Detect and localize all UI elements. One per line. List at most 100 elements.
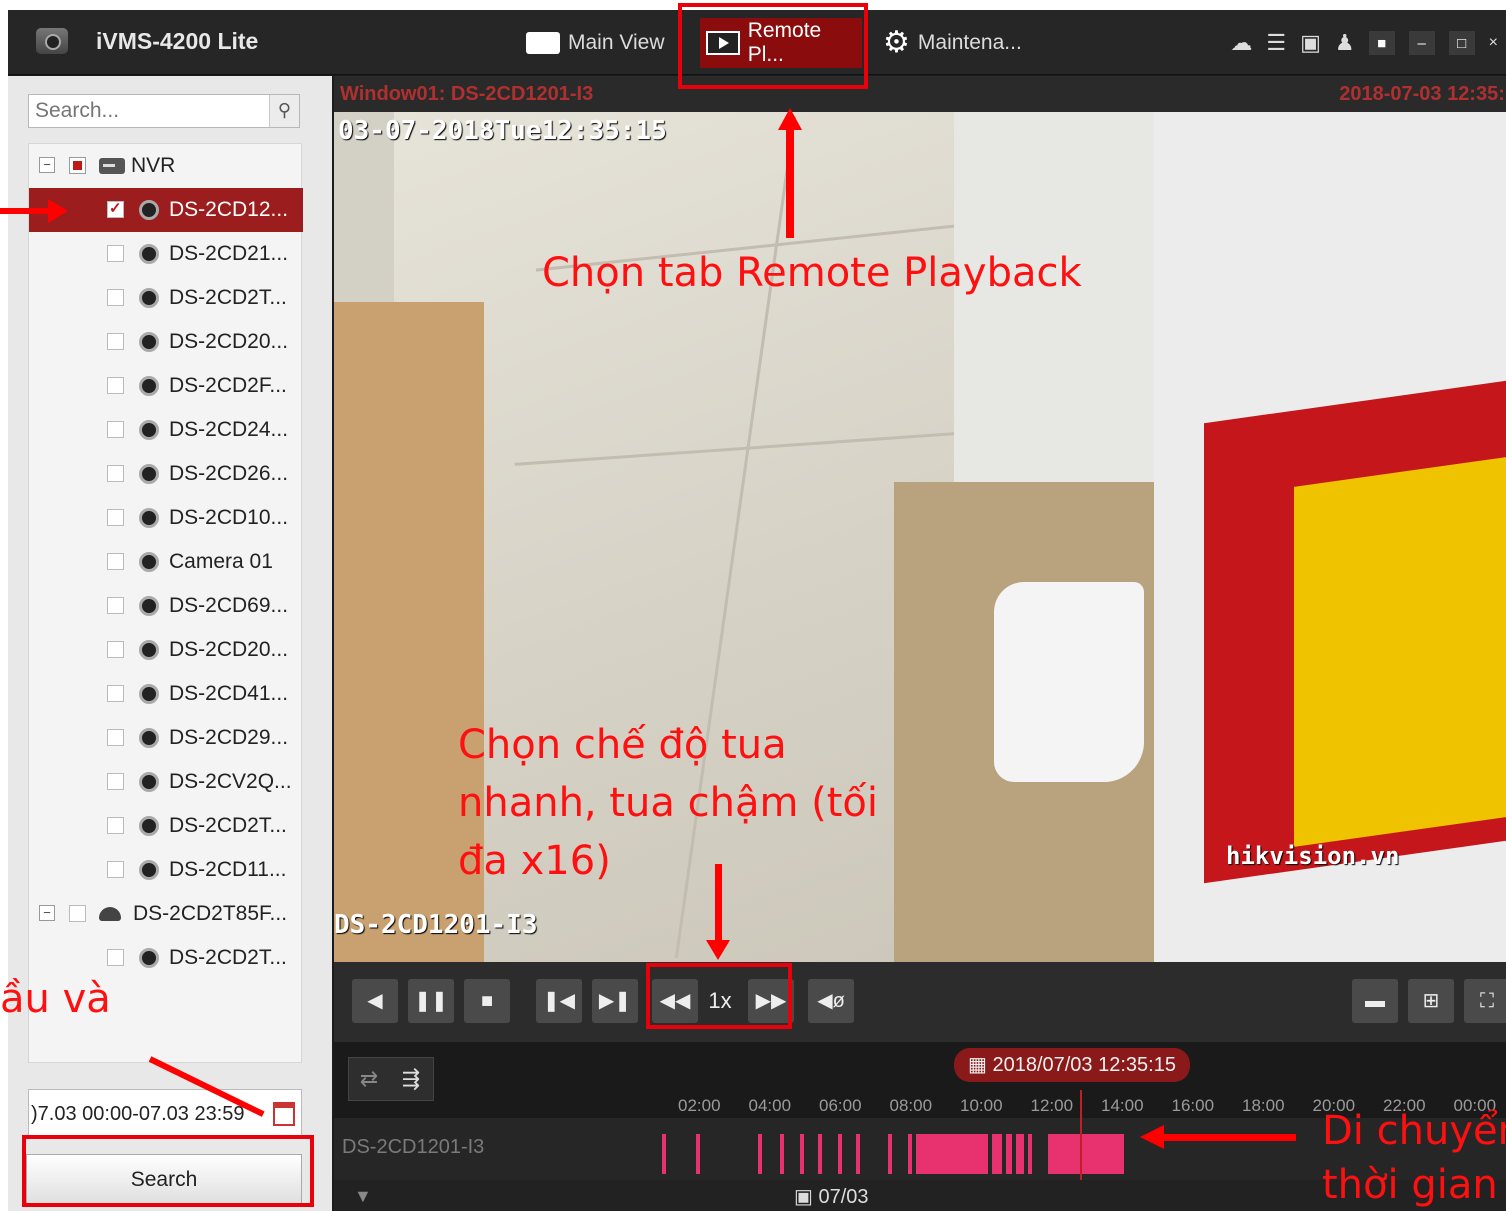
record-segment — [696, 1134, 700, 1174]
tree-item-camera[interactable]: DS-2CD20... — [29, 320, 303, 364]
layout-icon[interactable]: ⊞ — [1408, 979, 1454, 1023]
resource-sidebar: ⚲ − NVR DS-2CD12... DS-2CD21... DS-2CD2T... D… — [8, 76, 332, 1211]
tree-item-camera[interactable]: DS-2CD41... — [29, 672, 303, 716]
tree-checkbox[interactable] — [107, 199, 124, 218]
camera-icon — [139, 508, 159, 528]
record-segment — [818, 1134, 822, 1174]
tree-item-camera[interactable]: DS-2CD2F... — [29, 364, 303, 408]
tree-checkbox[interactable] — [107, 377, 124, 394]
camera-icon — [139, 464, 159, 484]
tree-item-nvr[interactable]: − NVR — [29, 144, 303, 188]
video-frame[interactable]: 03-07-2018Tue12:35:15 DS-2CD1201-I3 hikv… — [334, 112, 1506, 962]
tree-checkbox[interactable] — [107, 685, 124, 702]
annotation-remote-tab: Chọn tab Remote Playback — [542, 250, 1082, 296]
tree-checkbox[interactable] — [107, 245, 124, 262]
tree-checkbox[interactable] — [107, 333, 124, 350]
annotation-box-search — [22, 1135, 314, 1207]
tree-checkbox[interactable] — [107, 817, 124, 834]
tree-item-camera[interactable]: DS-2CD29... — [29, 716, 303, 760]
annotation-arrowhead-down — [706, 940, 730, 960]
expand-toggle-icon[interactable]: − — [39, 157, 55, 173]
tree-checkbox[interactable] — [107, 949, 124, 966]
tree-item-camera[interactable]: DS-2CD21... — [29, 232, 303, 276]
single-frame-back-button[interactable]: ❚◀ — [536, 979, 582, 1023]
tree-item-camera[interactable]: DS-2CD12... — [29, 188, 303, 232]
camera-icon — [139, 376, 159, 396]
close-icon[interactable]: × — [1489, 34, 1498, 52]
tree-item-label: DS-2CD69... — [169, 594, 289, 617]
tree-item-label: DS-2CD2F... — [169, 374, 287, 397]
annotation-arrow-down — [715, 864, 722, 944]
search-icon[interactable]: ⚲ — [269, 95, 299, 127]
video-pillar — [954, 112, 1164, 542]
filter-icon[interactable]: ▼ — [354, 1186, 372, 1207]
tree-item-camera[interactable]: DS-2CV2Q... — [29, 760, 303, 804]
record-segment — [662, 1134, 666, 1174]
day-button[interactable]: ▣ 07/03 — [794, 1184, 869, 1209]
tree-item-camera[interactable]: DS-2CD20... — [29, 628, 303, 672]
tree-checkbox[interactable] — [107, 641, 124, 658]
expand-toggle-icon[interactable]: − — [39, 905, 55, 921]
system-icons: ☁ ☰ ▣ ♟ ■ – □ × — [1230, 30, 1498, 56]
camera-icon — [139, 772, 159, 792]
camera-icon — [139, 640, 159, 660]
maximize-icon[interactable]: □ — [1448, 31, 1475, 55]
tree-item-label: DS-2CD11... — [169, 858, 287, 881]
list-icon[interactable]: ☰ — [1266, 30, 1286, 56]
capture-icon[interactable]: ▬ — [1352, 979, 1398, 1023]
async-icon[interactable]: ⇶ — [395, 1064, 427, 1094]
lock-icon[interactable]: ■ — [1368, 31, 1395, 55]
timeline-mode-toggle: ⇄ ⇶ — [348, 1057, 434, 1101]
tree-item-camera[interactable]: − DS-2CD2T85F... — [29, 892, 303, 936]
tree-item-camera[interactable]: DS-2CD69... — [29, 584, 303, 628]
timeline-tick: 10:00 — [960, 1096, 1003, 1115]
stop-button[interactable]: ■ — [464, 979, 510, 1023]
annotation-arrowhead-left — [1140, 1125, 1164, 1149]
tree-checkbox[interactable] — [107, 729, 124, 746]
nvr-icon — [99, 158, 125, 174]
user-icon[interactable]: ♟ — [1335, 30, 1355, 56]
annotation-arrowhead-up — [778, 108, 802, 130]
tab-main-view[interactable]: Main View — [526, 27, 665, 59]
tab-maintenance[interactable]: ⚙ Maintena... — [883, 27, 1022, 59]
app-window: iVMS-4200 Lite Main View Remote Pl... ⚙ … — [8, 10, 1506, 1211]
tree-item-camera[interactable]: DS-2CD2T... — [29, 936, 303, 980]
tree-checkbox[interactable] — [107, 597, 124, 614]
tree-checkbox[interactable] — [69, 905, 86, 922]
monitor-icon[interactable]: ▣ — [1300, 30, 1321, 56]
sync-icon[interactable]: ⇄ — [353, 1064, 385, 1094]
timeline-tick: 04:00 — [748, 1096, 792, 1115]
tree-item-camera[interactable]: Camera 01 — [29, 540, 303, 584]
annotation-speed-line1: Chọn chế độ tua — [458, 722, 787, 768]
annotation-speed-line2: nhanh, tua chậm (tối — [458, 780, 879, 826]
pause-button[interactable]: ❚❚ — [408, 979, 454, 1023]
tree-checkbox[interactable] — [107, 421, 124, 438]
search-input[interactable] — [29, 95, 269, 127]
tree-item-camera[interactable]: DS-2CD11... — [29, 848, 303, 892]
tree-item-camera[interactable]: DS-2CD24... — [29, 408, 303, 452]
tree-item-camera[interactable]: DS-2CD2T... — [29, 804, 303, 848]
tree-item-camera[interactable]: DS-2CD2T... — [29, 276, 303, 320]
tree-checkbox[interactable] — [107, 509, 124, 526]
tree-item-label: DS-2CD41... — [169, 682, 289, 705]
volume-icon[interactable]: ◀ø — [808, 979, 854, 1023]
tree-checkbox[interactable] — [107, 553, 124, 570]
cloud-icon[interactable]: ☁ — [1230, 30, 1252, 56]
minimize-icon[interactable]: – — [1408, 31, 1435, 55]
timeline-current-value: 2018/07/03 12:35:15 — [992, 1054, 1176, 1076]
camera-icon — [139, 684, 159, 704]
single-frame-forward-button[interactable]: ▶❚ — [592, 979, 638, 1023]
tree-item-camera[interactable]: DS-2CD10... — [29, 496, 303, 540]
tree-checkbox[interactable] — [107, 289, 124, 306]
fullscreen-icon[interactable]: ⛶ — [1464, 979, 1506, 1023]
tree-checkbox[interactable] — [69, 157, 86, 174]
reverse-play-button[interactable]: ◀ — [352, 979, 398, 1023]
day-label: 07/03 — [818, 1186, 869, 1208]
tree-checkbox[interactable] — [107, 861, 124, 878]
tree-checkbox[interactable] — [107, 465, 124, 482]
tree-checkbox[interactable] — [107, 773, 124, 790]
timeline-cursor[interactable] — [1080, 1090, 1082, 1190]
tree-item-label: DS-2CD2T... — [169, 946, 287, 969]
calendar-icon[interactable] — [273, 1102, 295, 1126]
tree-item-camera[interactable]: DS-2CD26... — [29, 452, 303, 496]
